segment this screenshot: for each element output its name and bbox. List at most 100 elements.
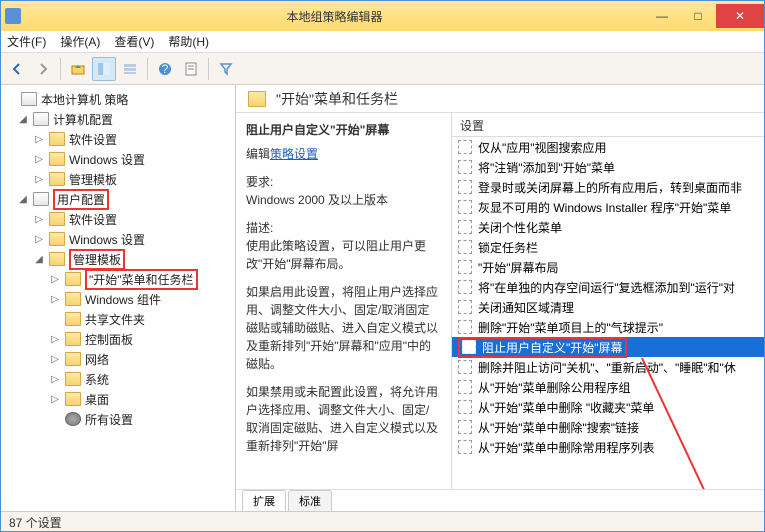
gear-icon [65, 412, 81, 426]
list-item-label: 从"开始"菜单中删除"搜索"链接 [478, 419, 639, 436]
list-item-label: 从"开始"菜单中删除常用程序列表 [478, 439, 655, 456]
list-row[interactable]: 删除并阻止访问"关机"、"重新启动"、"睡眠"和"休 [452, 357, 764, 377]
setting-icon [458, 260, 472, 274]
list-row[interactable]: "开始"屏幕布局 [452, 257, 764, 277]
help-icon[interactable]: ? [153, 57, 177, 81]
menu-help[interactable]: 帮助(H) [168, 33, 209, 50]
show-tree-icon[interactable] [92, 57, 116, 81]
list-item-label: 仅从"应用"视图搜索应用 [478, 139, 607, 156]
tree-user-config[interactable]: ◢用户配置 [1, 189, 235, 209]
tree-root[interactable]: 本地计算机 策略 [1, 89, 235, 109]
setting-icon [458, 140, 472, 154]
tree-item[interactable]: ▷软件设置 [1, 209, 235, 229]
forward-button[interactable] [31, 57, 55, 81]
tree-item[interactable]: ▷Windows 组件 [1, 289, 235, 309]
tab-extended[interactable]: 扩展 [242, 490, 286, 511]
menu-file[interactable]: 文件(F) [7, 33, 46, 50]
list-row[interactable]: 灰显不可用的 Windows Installer 程序"开始"菜单 [452, 197, 764, 217]
filter-icon[interactable] [214, 57, 238, 81]
setting-icon [458, 420, 472, 434]
folder-icon [65, 272, 81, 286]
folder-icon [49, 132, 65, 146]
setting-icon [458, 380, 472, 394]
tree-item[interactable]: 共享文件夹 [1, 309, 235, 329]
setting-icon [458, 440, 472, 454]
menu-action[interactable]: 操作(A) [60, 33, 100, 50]
list-row[interactable]: 阻止用户自定义"开始"屏幕 [452, 337, 764, 357]
view-icon[interactable] [118, 57, 142, 81]
tree-item-all[interactable]: 所有设置 [1, 409, 235, 429]
window-controls: — □ ✕ [644, 4, 764, 28]
list-item-label: 锁定任务栏 [478, 239, 538, 256]
folder-icon [49, 152, 65, 166]
setting-icon [462, 340, 476, 354]
policy-icon [21, 92, 37, 106]
list-header[interactable]: 设置 [452, 113, 764, 137]
minimize-button[interactable]: — [644, 4, 680, 28]
tree-startmenu[interactable]: ▷"开始"菜单和任务栏 [1, 269, 235, 289]
view-tabs: 扩展 标准 [236, 489, 764, 511]
folder-icon [248, 91, 266, 107]
tree-item[interactable]: ▷系统 [1, 369, 235, 389]
list-item-label: "开始"屏幕布局 [478, 259, 559, 276]
folder-icon [65, 292, 81, 306]
list-row[interactable]: 关闭通知区域清理 [452, 297, 764, 317]
list-item-label: 从"开始"菜单中删除 "收藏夹"菜单 [478, 399, 654, 416]
tab-standard[interactable]: 标准 [288, 490, 332, 511]
tree-item[interactable]: ▷管理模板 [1, 169, 235, 189]
requirement-value: Windows 2000 及以上版本 [246, 191, 441, 209]
description-p1: 使用此策略设置，可以阻止用户更改"开始"屏幕布局。 [246, 237, 441, 273]
tree-admin-templates[interactable]: ◢管理模板 [1, 249, 235, 269]
list-row[interactable]: 从"开始"菜单删除公用程序组 [452, 377, 764, 397]
list-row[interactable]: 关闭个性化菜单 [452, 217, 764, 237]
tree-item[interactable]: ▷软件设置 [1, 129, 235, 149]
list-item-label: 删除并阻止访问"关机"、"重新启动"、"睡眠"和"休 [478, 359, 736, 376]
list-row[interactable]: 将"注销"添加到"开始"菜单 [452, 157, 764, 177]
tree-item[interactable]: ▷Windows 设置 [1, 149, 235, 169]
list-item-label: 从"开始"菜单删除公用程序组 [478, 379, 631, 396]
tree-pane[interactable]: 本地计算机 策略 ◢计算机配置 ▷软件设置 ▷Windows 设置 ▷管理模板 … [1, 85, 236, 511]
list-row[interactable]: 将"在单独的内存空间运行"复选框添加到"运行"对 [452, 277, 764, 297]
setting-icon [458, 180, 472, 194]
computer-icon [33, 112, 49, 126]
folder-icon [65, 392, 81, 406]
menu-view[interactable]: 查看(V) [114, 33, 154, 50]
up-folder-icon[interactable] [66, 57, 90, 81]
tree-item[interactable]: ▷网络 [1, 349, 235, 369]
list-row[interactable]: 删除"开始"菜单项目上的"气球提示" [452, 317, 764, 337]
edit-policy-link[interactable]: 策略设置 [270, 147, 318, 161]
list-item-label: 将"注销"添加到"开始"菜单 [478, 159, 615, 176]
setting-icon [458, 320, 472, 334]
tree-computer-config[interactable]: ◢计算机配置 [1, 109, 235, 129]
list-row[interactable]: 仅从"应用"视图搜索应用 [452, 137, 764, 157]
detail-title: "开始"菜单和任务栏 [276, 89, 398, 109]
toolbar-sep [60, 58, 61, 80]
list-row[interactable]: 从"开始"菜单中删除 "收藏夹"菜单 [452, 397, 764, 417]
setting-icon [458, 240, 472, 254]
tree-item[interactable]: ▷控制面板 [1, 329, 235, 349]
description-p2: 如果启用此设置，将阻止用户选择应用、调整文件大小、固定/取消固定磁贴或辅助磁贴、… [246, 283, 441, 373]
window-title: 本地组策略编辑器 [25, 8, 644, 25]
requirement-label: 要求: [246, 173, 441, 191]
list-row[interactable]: 从"开始"菜单中删除常用程序列表 [452, 437, 764, 457]
toolbar-sep [208, 58, 209, 80]
tree-item[interactable]: ▷Windows 设置 [1, 229, 235, 249]
list-row[interactable]: 从"开始"菜单中删除"搜索"链接 [452, 417, 764, 437]
tree-item[interactable]: ▷桌面 [1, 389, 235, 409]
setting-icon [458, 360, 472, 374]
close-button[interactable]: ✕ [716, 4, 764, 28]
list-row[interactable]: 锁定任务栏 [452, 237, 764, 257]
settings-list[interactable]: 设置 仅从"应用"视图搜索应用将"注销"添加到"开始"菜单登录时或关闭屏幕上的所… [451, 113, 764, 489]
toolbar: ? [1, 53, 764, 85]
main-area: 本地计算机 策略 ◢计算机配置 ▷软件设置 ▷Windows 设置 ▷管理模板 … [1, 85, 764, 511]
list-item-label: 登录时或关闭屏幕上的所有应用后，转到桌面而非 [478, 179, 742, 196]
selected-setting-title: 阻止用户自定义"开始"屏幕 [246, 121, 441, 139]
folder-icon [49, 212, 65, 226]
list-row[interactable]: 登录时或关闭屏幕上的所有应用后，转到桌面而非 [452, 177, 764, 197]
properties-icon[interactable] [179, 57, 203, 81]
description-column: 阻止用户自定义"开始"屏幕 编辑策略设置 要求: Windows 2000 及以… [236, 113, 451, 489]
back-button[interactable] [5, 57, 29, 81]
maximize-button[interactable]: □ [680, 4, 716, 28]
setting-icon [458, 160, 472, 174]
app-icon [5, 8, 21, 24]
